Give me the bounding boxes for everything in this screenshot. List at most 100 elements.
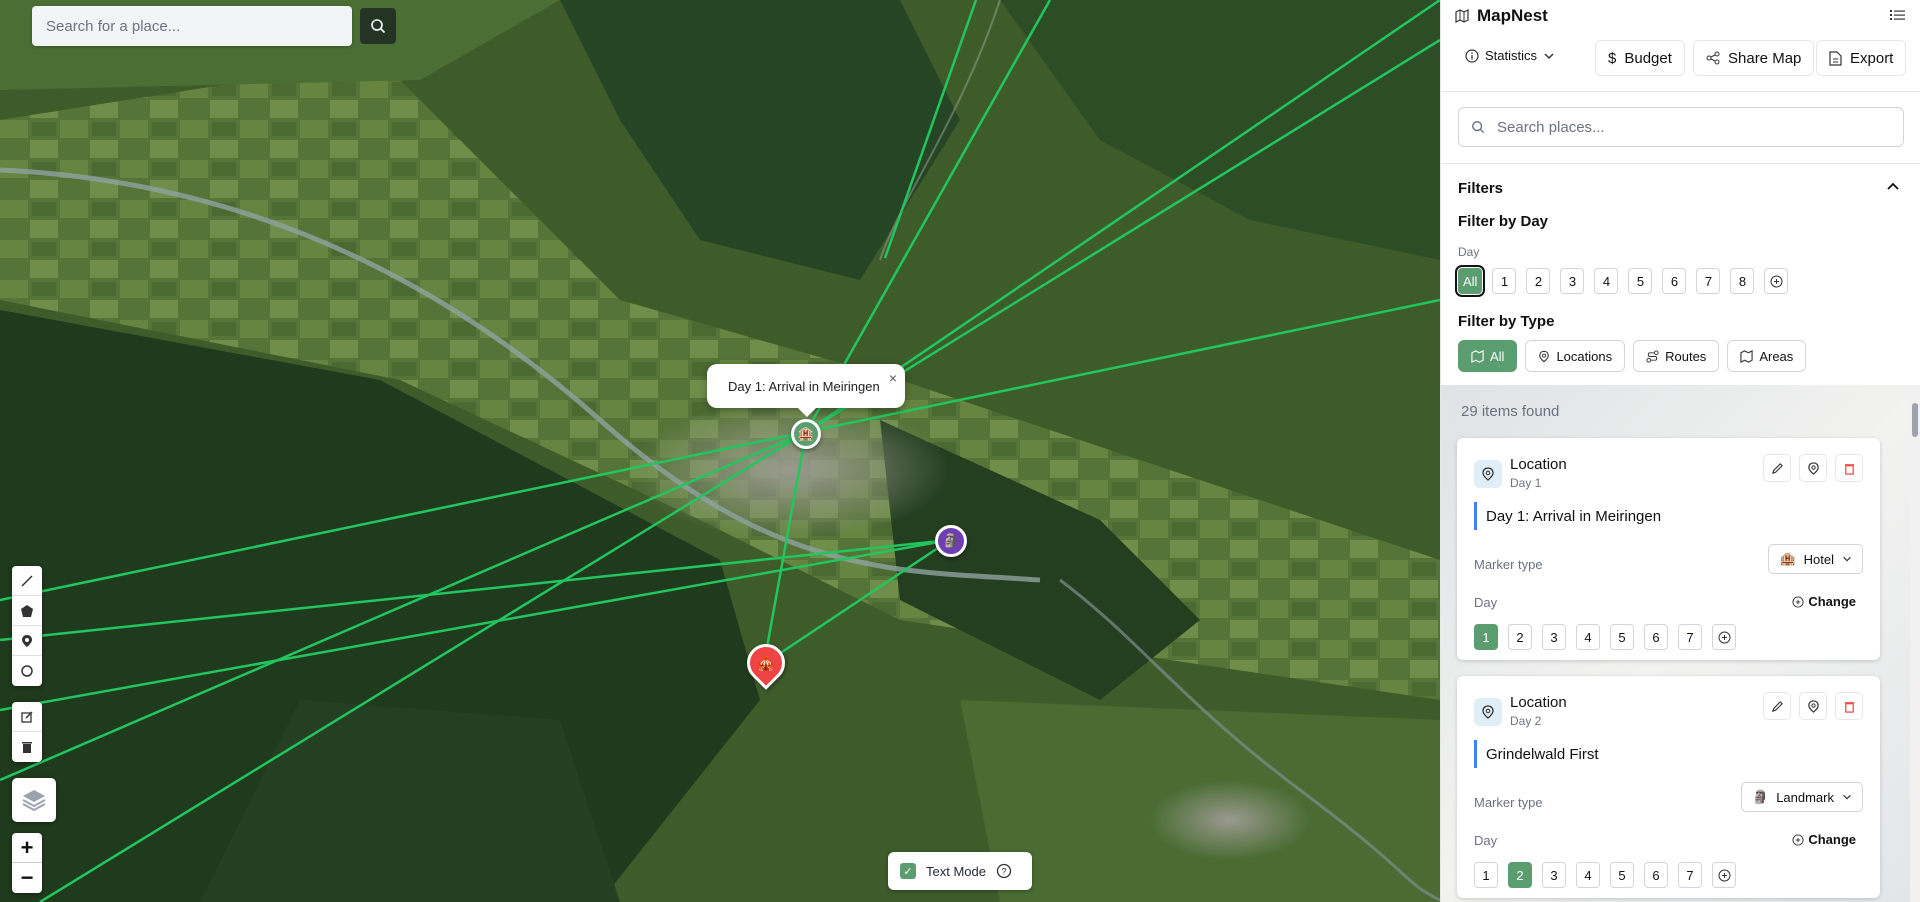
draw-polygon-tool[interactable] (12, 596, 42, 626)
edit-button[interactable] (1763, 692, 1791, 720)
layers-button[interactable] (12, 778, 56, 822)
zoom-out-button[interactable]: − (12, 863, 42, 893)
type-filter-areas[interactable]: Areas (1727, 340, 1807, 372)
landmark-icon: 🗿 (942, 533, 960, 548)
day-filter-2[interactable]: 2 (1526, 268, 1551, 294)
delete-layers-tool[interactable] (12, 732, 42, 762)
item-day-1[interactable]: 1 (1474, 862, 1498, 888)
day-filter-all[interactable]: All (1454, 265, 1486, 297)
chevron-down-icon (1843, 556, 1851, 562)
item-add-day[interactable] (1712, 862, 1736, 888)
day-filter-6[interactable]: 6 (1662, 268, 1687, 294)
plus-circle-icon (1718, 631, 1730, 643)
app-title: MapNest (1477, 6, 1548, 25)
share-map-button[interactable]: Share Map (1693, 40, 1815, 76)
item-day: Day 2 (1510, 714, 1542, 728)
item-day-3[interactable]: 3 (1542, 862, 1566, 888)
help-icon[interactable]: ? (996, 863, 1012, 879)
item-day-6[interactable]: 6 (1644, 624, 1668, 650)
chevron-up-icon[interactable] (1886, 180, 1900, 194)
list-item[interactable]: Location Day 2 Grindelwald First Marker … (1457, 676, 1880, 898)
locate-button[interactable] (1799, 692, 1827, 720)
type-filter-all[interactable]: All (1458, 340, 1518, 372)
statistics-dropdown[interactable]: Statistics (1465, 48, 1555, 63)
location-icon (1474, 460, 1502, 488)
day-filter-7[interactable]: 7 (1696, 268, 1721, 294)
zoom-in-button[interactable]: + (12, 833, 42, 863)
hotel-marker[interactable]: 🏨 (791, 419, 821, 449)
text-mode-label: Text Mode (926, 863, 986, 879)
change-day-button[interactable]: Change (1792, 832, 1856, 847)
scroll-thumb[interactable] (1912, 403, 1918, 437)
map-search-placeholder: Search for a place... (46, 17, 181, 35)
day-filter-4[interactable]: 4 (1594, 268, 1619, 294)
day-filter-3[interactable]: 3 (1560, 268, 1585, 294)
change-day-button[interactable]: Change (1792, 594, 1856, 609)
item-day-4[interactable]: 4 (1576, 624, 1600, 650)
plus-circle-icon (1792, 833, 1804, 846)
item-name: Day 1: Arrival in Meiringen (1474, 502, 1661, 530)
add-day-button[interactable] (1764, 268, 1789, 294)
map-search-input[interactable]: Search for a place... (32, 6, 352, 46)
hotel-icon: 🏨 (1779, 551, 1796, 566)
marker-type-select[interactable]: 🏨 Hotel (1768, 544, 1863, 574)
search-icon (371, 19, 386, 34)
day-filter-1[interactable]: 1 (1492, 268, 1517, 294)
close-icon[interactable]: × (889, 370, 897, 386)
locate-button[interactable] (1799, 454, 1827, 482)
edit-icon (21, 710, 33, 723)
trash-icon (1844, 463, 1854, 475)
item-day-5[interactable]: 5 (1610, 624, 1634, 650)
edit-button[interactable] (1763, 454, 1791, 482)
change-label: Change (1808, 832, 1856, 847)
list-menu-icon[interactable] (1890, 8, 1906, 27)
day-filter-8[interactable]: 8 (1730, 268, 1755, 294)
sidebar-header: MapNest Statistics $ Budget Share Map Ex… (1441, 0, 1920, 92)
hotel-icon: 🏨 (797, 426, 815, 441)
type-filter-locations[interactable]: Locations (1525, 340, 1626, 372)
edit-layers-tool[interactable] (12, 702, 42, 732)
item-day-label: Day (1474, 595, 1498, 610)
pin-icon (1807, 699, 1819, 713)
item-actions (1763, 454, 1863, 482)
type-filter-routes[interactable]: Routes (1633, 340, 1720, 372)
budget-button[interactable]: $ Budget (1595, 40, 1685, 76)
day-filter-5[interactable]: 5 (1628, 268, 1653, 294)
route-icon (1646, 349, 1659, 363)
item-day-selector: 1 2 3 4 5 6 7 (1474, 862, 1736, 888)
delete-button[interactable] (1835, 454, 1863, 482)
item-day-7[interactable]: 7 (1678, 624, 1702, 650)
edit-toolbar (12, 702, 42, 762)
landmark-marker[interactable]: 🗿 (935, 525, 967, 557)
map-search-button[interactable] (360, 8, 396, 44)
map-icon (1471, 349, 1484, 363)
item-day-1[interactable]: 1 (1474, 624, 1498, 650)
marker-type-value: Hotel (1803, 551, 1834, 567)
plus-circle-icon (1770, 275, 1783, 287)
delete-button[interactable] (1835, 692, 1863, 720)
item-day-2[interactable]: 2 (1508, 862, 1532, 888)
item-day-2[interactable]: 2 (1508, 624, 1532, 650)
marker-type-select[interactable]: 🗿 Landmark (1741, 782, 1863, 812)
draw-line-tool[interactable] (12, 566, 42, 596)
checkbox-checked[interactable]: ✓ (900, 863, 916, 879)
places-search-input[interactable]: Search places... (1458, 107, 1904, 147)
draw-marker-tool[interactable] (12, 626, 42, 656)
marker-type-label: Marker type (1474, 557, 1543, 572)
export-button[interactable]: Export (1816, 40, 1907, 76)
item-day-4[interactable]: 4 (1576, 862, 1600, 888)
item-actions (1763, 692, 1863, 720)
draw-circle-tool[interactable] (12, 656, 42, 686)
plus-circle-icon (1792, 595, 1804, 608)
item-day-7[interactable]: 7 (1678, 862, 1702, 888)
list-scrollbar[interactable] (1910, 385, 1920, 902)
item-day-3[interactable]: 3 (1542, 624, 1566, 650)
satellite-map[interactable]: Search for a place... Day 1: Arrival in … (0, 0, 1440, 902)
item-day-label: Day (1474, 833, 1498, 848)
item-add-day[interactable] (1712, 624, 1736, 650)
item-day-5[interactable]: 5 (1610, 862, 1634, 888)
list-item[interactable]: Location Day 1 Day 1: Arrival in Meiring… (1457, 438, 1880, 660)
item-day-6[interactable]: 6 (1644, 862, 1668, 888)
items-list[interactable]: 29 items found Location Day 1 Day 1: Arr… (1441, 385, 1911, 902)
text-mode-toggle[interactable]: ✓ Text Mode ? (888, 852, 1032, 890)
